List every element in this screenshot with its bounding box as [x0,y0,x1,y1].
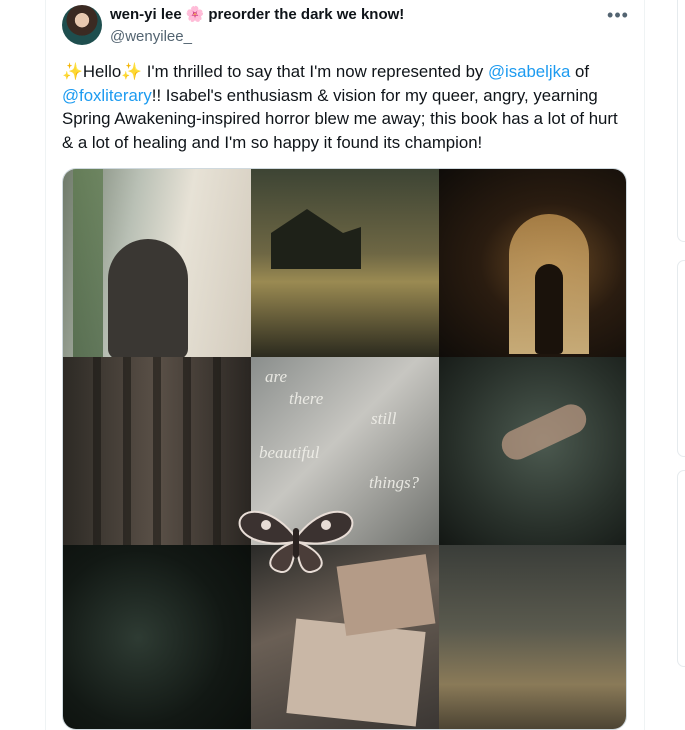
tweet-text: ✨Hello✨ I'm thrilled to say that I'm now… [62,60,622,154]
tweet-text-part: of [570,62,589,81]
side-panel-card [677,260,685,457]
mention-link[interactable]: @foxliterary [62,86,152,105]
side-panel-card [677,0,685,242]
moth-image [238,510,354,574]
moodboard-photo-grass [439,545,626,729]
moodboard-photo-window [63,169,251,357]
sparkle-icon: ✨ [121,62,143,81]
poem-line: there [289,389,324,408]
poem-line: beautiful [259,443,320,462]
tweet-text-part: I'm thrilled to say that I'm now represe… [142,62,488,81]
moodboard-photo-landscape [251,169,439,357]
tweet[interactable]: wen-yi lee 🌸 preorder the dark we know! … [46,0,644,730]
mention-link[interactable]: @isabeljka [488,62,570,81]
moodboard-photo-hands-flowers [439,357,626,545]
display-name[interactable]: wen-yi lee [110,6,182,23]
poem-line: are [265,367,288,386]
tweet-greeting: Hello [82,62,122,81]
moodboard-photo-stained-glass [439,169,626,357]
display-name-suffix[interactable]: preorder the dark we know! [208,6,404,23]
tweet-media-moodboard[interactable]: are there still beautiful things? [62,168,627,730]
more-options-icon[interactable]: ••• [606,5,630,25]
cherry-blossom-icon: 🌸 [185,6,205,23]
avatar[interactable] [62,5,102,45]
author-name-row[interactable]: wen-yi lee 🌸 preorder the dark we know! [110,6,404,23]
poem-line: still [371,409,397,428]
side-panel-card [677,470,685,667]
timeline-right-border [644,0,645,730]
author-handle[interactable]: @wenyilee_ [110,28,192,45]
moodboard-photo-dark-figure [63,545,251,729]
poem-line: things? [369,473,420,492]
moodboard-photo-hands-light [63,357,251,545]
sparkle-icon: ✨ [62,62,83,81]
